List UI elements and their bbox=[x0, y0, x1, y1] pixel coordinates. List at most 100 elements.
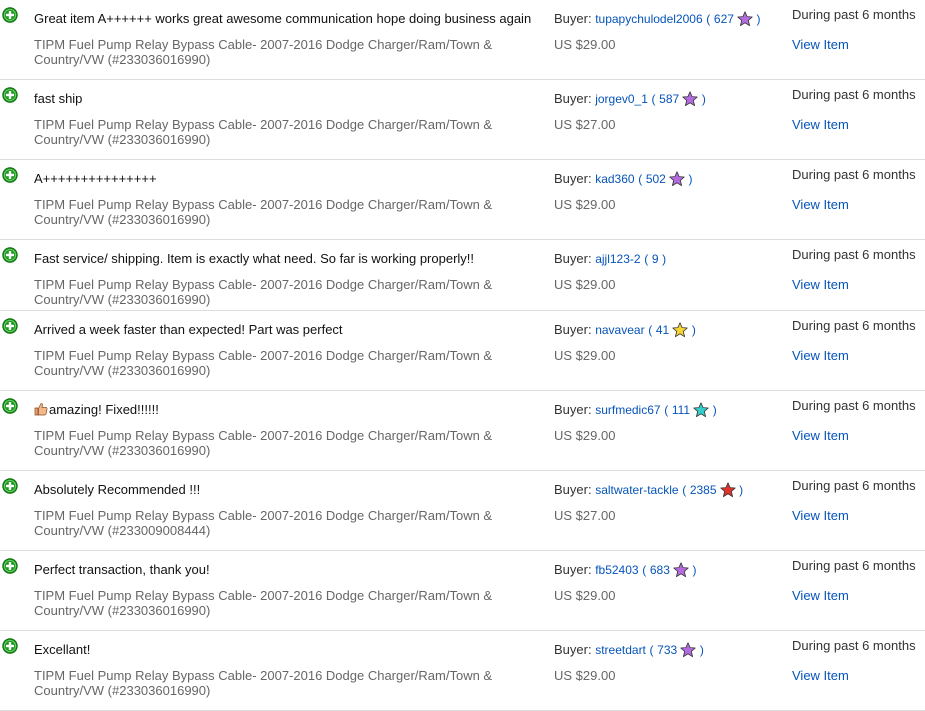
feedback-comment: Fast service/ shipping. Item is exactly … bbox=[34, 251, 474, 266]
feedback-row: amazing! Fixed!!!!!! TIPM Fuel Pump Rela… bbox=[0, 391, 925, 471]
buyer-score-link[interactable]: 502 bbox=[646, 172, 666, 186]
score-open-paren: ( bbox=[651, 92, 656, 106]
view-item-link[interactable]: View Item bbox=[792, 428, 849, 443]
item-title: TIPM Fuel Pump Relay Bypass Cable- 2007-… bbox=[34, 197, 493, 227]
buyer-label: Buyer: bbox=[554, 322, 592, 337]
feedback-comment-text: amazing! Fixed!!!!!! bbox=[49, 402, 159, 417]
score-close-paren: ) bbox=[739, 483, 744, 497]
buyer-name-link[interactable]: streetdart bbox=[595, 643, 646, 657]
score-close-paren: ) bbox=[662, 252, 667, 266]
buyer-score-link[interactable]: 41 bbox=[656, 323, 669, 337]
buyer-info: Buyer: jorgev0_1 ( 587 ) bbox=[554, 91, 706, 107]
positive-feedback-icon bbox=[2, 558, 18, 574]
feedback-period: During past 6 months bbox=[792, 7, 916, 22]
buyer-name-link[interactable]: surfmedic67 bbox=[595, 403, 660, 417]
buyer-score-link[interactable]: 587 bbox=[659, 92, 679, 106]
buyer-label: Buyer: bbox=[554, 642, 592, 657]
item-price: US $29.00 bbox=[554, 668, 616, 683]
feedback-comment: fast ship bbox=[34, 91, 82, 106]
score-open-paren: ( bbox=[648, 323, 653, 337]
buyer-label: Buyer: bbox=[554, 482, 592, 497]
purple-star-icon bbox=[737, 11, 753, 27]
feedback-comment: Arrived a week faster than expected! Par… bbox=[34, 322, 343, 337]
feedback-comment-text: Arrived a week faster than expected! Par… bbox=[34, 322, 343, 337]
feedback-comment-text: Fast service/ shipping. Item is exactly … bbox=[34, 251, 475, 266]
feedback-period: During past 6 months bbox=[792, 558, 916, 573]
buyer-label: Buyer: bbox=[554, 402, 592, 417]
feedback-comment: A+++++++++++++++ bbox=[34, 171, 157, 186]
score-close-paren: ) bbox=[699, 643, 704, 657]
item-title: TIPM Fuel Pump Relay Bypass Cable- 2007-… bbox=[34, 348, 493, 378]
score-close-paren: ) bbox=[712, 403, 717, 417]
score-open-paren: ( bbox=[664, 403, 669, 417]
score-close-paren: ) bbox=[701, 92, 706, 106]
view-item-link[interactable]: View Item bbox=[792, 277, 849, 292]
buyer-score-link[interactable]: 733 bbox=[657, 643, 677, 657]
buyer-label: Buyer: bbox=[554, 562, 592, 577]
score-close-paren: ) bbox=[756, 12, 761, 26]
feedback-period: During past 6 months bbox=[792, 398, 916, 413]
positive-feedback-icon bbox=[2, 398, 18, 414]
feedback-comment: amazing! Fixed!!!!!! bbox=[34, 402, 159, 417]
positive-feedback-icon bbox=[2, 638, 18, 654]
feedback-row: Absolutely Recommended !!! TIPM Fuel Pum… bbox=[0, 471, 925, 551]
item-price: US $29.00 bbox=[554, 588, 616, 603]
view-item-link[interactable]: View Item bbox=[792, 588, 849, 603]
buyer-score-link[interactable]: 111 bbox=[672, 403, 690, 417]
item-price: US $29.00 bbox=[554, 277, 616, 292]
view-item-link[interactable]: View Item bbox=[792, 117, 849, 132]
buyer-name-link[interactable]: ajjl123-2 bbox=[595, 252, 640, 266]
score-close-paren: ) bbox=[688, 172, 693, 186]
score-open-paren: ( bbox=[644, 252, 649, 266]
buyer-score-link[interactable]: 627 bbox=[714, 12, 734, 26]
feedback-comment-text: Perfect transaction, thank you! bbox=[34, 562, 210, 577]
feedback-row: Perfect transaction, thank you! TIPM Fue… bbox=[0, 551, 925, 631]
feedback-comment-text: Great item A++++++ works great awesome c… bbox=[34, 11, 532, 26]
buyer-name-link[interactable]: kad360 bbox=[595, 172, 634, 186]
buyer-label: Buyer: bbox=[554, 11, 592, 26]
positive-feedback-icon bbox=[2, 167, 18, 183]
buyer-info: Buyer: tupapychulodel2006 ( 627 ) bbox=[554, 11, 761, 27]
buyer-name-link[interactable]: jorgev0_1 bbox=[595, 92, 648, 106]
feedback-comment-text: fast ship bbox=[34, 91, 83, 106]
item-price: US $29.00 bbox=[554, 348, 616, 363]
feedback-period: During past 6 months bbox=[792, 167, 916, 182]
feedback-comment-text: A+++++++++++++++ bbox=[34, 171, 157, 186]
buyer-name-link[interactable]: saltwater-tackle bbox=[595, 483, 678, 497]
view-item-link[interactable]: View Item bbox=[792, 37, 849, 52]
positive-feedback-icon bbox=[2, 247, 18, 263]
buyer-name-link[interactable]: navavear bbox=[595, 323, 644, 337]
item-price: US $29.00 bbox=[554, 37, 616, 52]
feedback-row: fast ship TIPM Fuel Pump Relay Bypass Ca… bbox=[0, 80, 925, 160]
feedback-comment: Absolutely Recommended !!! bbox=[34, 482, 200, 497]
view-item-link[interactable]: View Item bbox=[792, 197, 849, 212]
score-close-paren: ) bbox=[691, 323, 696, 337]
purple-star-icon bbox=[673, 562, 689, 578]
feedback-row: Excellant! TIPM Fuel Pump Relay Bypass C… bbox=[0, 631, 925, 711]
buyer-score-link[interactable]: 9 bbox=[652, 252, 659, 266]
feedback-comment-text: Absolutely Recommended !!! bbox=[34, 482, 201, 497]
buyer-score-link[interactable]: 683 bbox=[650, 563, 670, 577]
feedback-row: Arrived a week faster than expected! Par… bbox=[0, 311, 925, 391]
score-close-paren: ) bbox=[692, 563, 697, 577]
feedback-comment-text: Excellant! bbox=[34, 642, 91, 657]
item-price: US $29.00 bbox=[554, 197, 616, 212]
buyer-score-link[interactable]: 2385 bbox=[690, 483, 717, 497]
purple-star-icon bbox=[680, 642, 696, 658]
view-item-link[interactable]: View Item bbox=[792, 508, 849, 523]
buyer-name-link[interactable]: tupapychulodel2006 bbox=[595, 12, 702, 26]
feedback-row: Great item A++++++ works great awesome c… bbox=[0, 0, 925, 80]
view-item-link[interactable]: View Item bbox=[792, 668, 849, 683]
red-star-icon bbox=[719, 482, 736, 498]
view-item-link[interactable]: View Item bbox=[792, 348, 849, 363]
item-title: TIPM Fuel Pump Relay Bypass Cable- 2007-… bbox=[34, 37, 493, 67]
positive-feedback-icon bbox=[2, 318, 18, 334]
item-title: TIPM Fuel Pump Relay Bypass Cable- 2007-… bbox=[34, 588, 493, 618]
positive-feedback-icon bbox=[2, 478, 18, 494]
score-open-paren: ( bbox=[638, 172, 643, 186]
buyer-info: Buyer: surfmedic67 ( 111 ) bbox=[554, 402, 717, 418]
yellow-star-icon bbox=[672, 322, 688, 338]
feedback-period: During past 6 months bbox=[792, 478, 916, 493]
buyer-name-link[interactable]: fb52403 bbox=[595, 563, 638, 577]
buyer-info: Buyer: kad360 ( 502 ) bbox=[554, 171, 692, 187]
